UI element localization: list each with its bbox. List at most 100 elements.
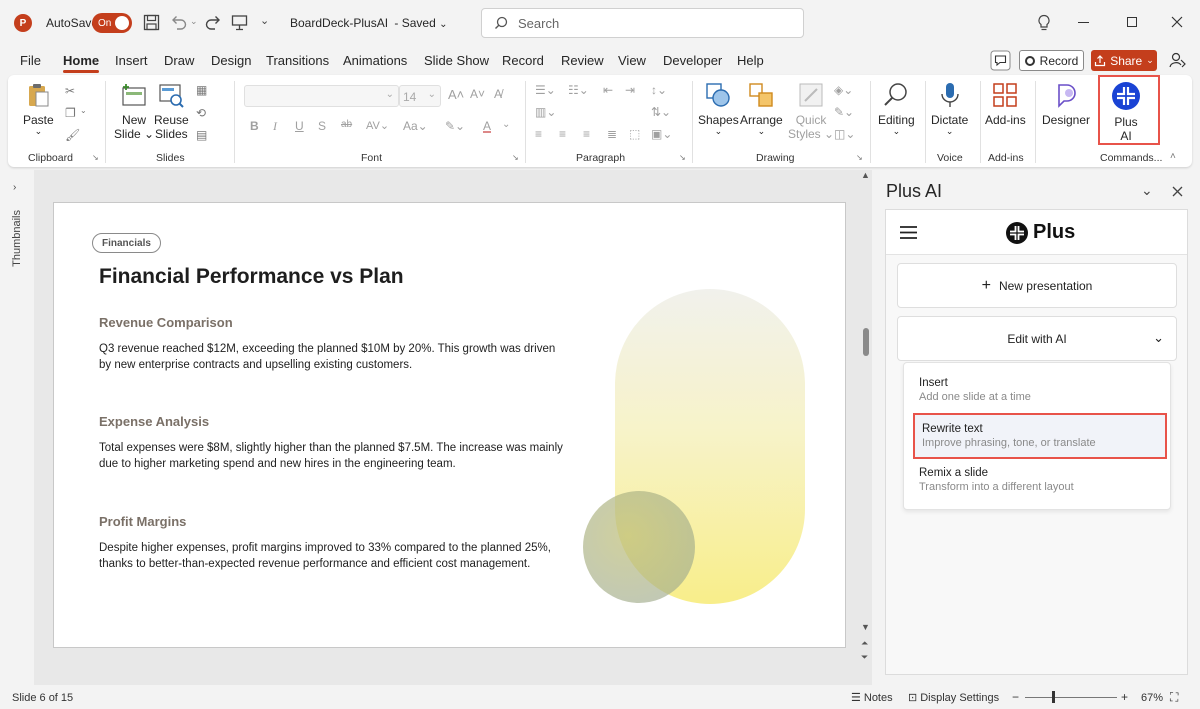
justify-icon[interactable]: ≣ — [607, 127, 621, 141]
paste-button[interactable]: Paste ⌄ — [23, 81, 54, 136]
tab-insert[interactable]: Insert — [115, 53, 148, 68]
autosave-toggle[interactable]: On — [92, 13, 132, 33]
font-size-select[interactable]: 14 ⌄ — [399, 85, 441, 107]
slide-title[interactable]: Financial Performance vs Plan — [99, 265, 404, 289]
section-heading[interactable]: Revenue Comparison — [99, 315, 233, 330]
tab-record[interactable]: Record — [502, 53, 544, 68]
tab-transitions[interactable]: Transitions — [266, 53, 329, 68]
align-left-icon[interactable]: ≡ — [535, 127, 549, 141]
section-heading[interactable]: Profit Margins — [99, 514, 186, 529]
addins-button[interactable]: Add-ins — [985, 81, 1026, 127]
font-color-icon[interactable]: A — [483, 119, 492, 133]
customize-toolbar-icon[interactable]: ⌄ — [260, 14, 269, 27]
zoom-slider-thumb[interactable] — [1052, 691, 1055, 703]
section-body[interactable]: Q3 revenue reached $12M, exceeding the p… — [99, 341, 564, 373]
format-painter-icon[interactable]: 🖌 — [65, 128, 80, 142]
minimize-icon[interactable] — [1078, 22, 1089, 23]
previous-slide-icon[interactable]: ⏶ — [861, 638, 868, 649]
section-heading[interactable]: Expense Analysis — [99, 414, 209, 429]
shadow-icon[interactable]: S — [318, 119, 332, 133]
zoom-in-icon[interactable]: + — [1121, 690, 1128, 704]
font-color-dropdown-icon[interactable]: ⌄ — [502, 119, 516, 133]
dictate-button[interactable]: Dictate ⌄ — [931, 81, 968, 136]
change-case-icon[interactable]: Aa⌄ — [403, 119, 428, 133]
increase-font-icon[interactable]: A˄ — [448, 87, 464, 102]
increase-indent-icon[interactable]: ⇥ — [625, 83, 639, 97]
search-input[interactable]: Search — [481, 8, 804, 38]
tab-home[interactable]: Home — [63, 53, 99, 68]
fit-slide-icon[interactable]: ⛶ — [1170, 690, 1178, 705]
slide-counter[interactable]: Slide 6 of 15 — [12, 692, 73, 704]
text-direction-icon[interactable]: ⇅⌄ — [651, 105, 671, 119]
tab-review[interactable]: Review — [561, 53, 604, 68]
character-spacing-icon[interactable]: AV⌄ — [366, 119, 389, 133]
designer-button[interactable]: Designer — [1042, 81, 1090, 127]
cut-icon[interactable]: ✂ — [65, 84, 79, 98]
underline-icon[interactable]: U — [295, 119, 309, 133]
menu-item-rewrite-text[interactable]: Rewrite text Improve phrasing, tone, or … — [913, 413, 1167, 459]
tab-slide-show[interactable]: Slide Show — [424, 53, 489, 68]
strikethrough-icon[interactable]: ab — [341, 119, 352, 133]
lightbulb-icon[interactable] — [1037, 14, 1051, 32]
record-button[interactable]: Record — [1019, 50, 1084, 71]
close-panel-icon[interactable] — [1172, 186, 1183, 197]
panel-options-icon[interactable]: ⌄ — [1141, 182, 1153, 199]
zoom-level[interactable]: 67% — [1141, 692, 1163, 704]
decrease-font-icon[interactable]: A˅ — [470, 87, 485, 101]
bold-icon[interactable]: B — [250, 119, 264, 133]
scroll-thumb[interactable] — [863, 328, 869, 356]
expand-thumbnails-icon[interactable]: › — [13, 182, 16, 193]
dialog-launcher-icon[interactable]: ↘ — [512, 153, 526, 167]
collapse-ribbon-icon[interactable]: ˄ — [1170, 151, 1184, 165]
menu-item-insert[interactable]: Insert Add one slide at a time — [904, 369, 1170, 411]
hamburger-menu-icon[interactable] — [900, 226, 917, 239]
align-center-icon[interactable]: ≡ — [559, 127, 573, 141]
align-right-icon[interactable]: ≡ — [583, 127, 597, 141]
dialog-launcher-icon[interactable]: ↘ — [92, 153, 106, 167]
new-slide-button[interactable]: New Slide ⌄ — [114, 81, 154, 141]
menu-item-remix-slide[interactable]: Remix a slide Transform into a different… — [904, 459, 1170, 501]
notes-button[interactable]: ☰ Notes — [851, 691, 893, 705]
section-body[interactable]: Total expenses were $8M, slightly higher… — [99, 440, 564, 472]
display-settings-button[interactable]: ⊡ Display Settings — [908, 691, 999, 705]
shapes-button[interactable]: Shapes ⌄ — [698, 81, 739, 136]
next-slide-icon[interactable]: ⏷ — [861, 652, 868, 663]
slide-tag[interactable]: Financials — [92, 233, 161, 253]
document-title[interactable]: BoardDeck-PlusAI - Saved ⌄ — [290, 16, 448, 30]
clear-formatting-icon[interactable]: A̸ — [494, 87, 502, 101]
reuse-slides-button[interactable]: Reuse Slides — [154, 81, 189, 141]
line-spacing-icon[interactable]: ↕⌄ — [651, 83, 667, 97]
numbering-icon[interactable]: ☷⌄ — [568, 83, 589, 97]
save-icon[interactable] — [143, 14, 160, 31]
section-body[interactable]: Despite higher expenses, profit margins … — [99, 540, 564, 572]
editing-button[interactable]: Editing ⌄ — [878, 81, 915, 136]
tab-design[interactable]: Design — [211, 53, 251, 68]
reset-icon[interactable]: ⟲ — [196, 106, 210, 120]
dialog-launcher-icon[interactable]: ↘ — [679, 153, 693, 167]
scroll-down-icon[interactable]: ▼ — [861, 622, 870, 632]
plus-ai-button[interactable]: Plus AI — [1111, 81, 1141, 143]
zoom-slider-track[interactable] — [1025, 697, 1117, 698]
tab-animations[interactable]: Animations — [343, 53, 407, 68]
tab-help[interactable]: Help — [737, 53, 764, 68]
maximize-icon[interactable] — [1127, 17, 1137, 27]
italic-icon[interactable]: I — [273, 119, 287, 133]
smartart-icon[interactable]: ▣⌄ — [651, 127, 672, 141]
align-text-icon[interactable]: ⬚ — [629, 127, 643, 141]
highlight-icon[interactable]: ✎⌄ — [445, 119, 465, 133]
tab-developer[interactable]: Developer — [663, 53, 722, 68]
font-name-select[interactable]: ⌄ — [244, 85, 399, 107]
tab-draw[interactable]: Draw — [164, 53, 194, 68]
present-icon[interactable] — [231, 14, 248, 31]
share-button[interactable]: Share ⌄ — [1091, 50, 1157, 71]
copilot-person-icon[interactable] — [1168, 51, 1186, 69]
columns-icon[interactable]: ▥⌄ — [535, 105, 556, 119]
scroll-up-icon[interactable]: ▲ — [861, 170, 870, 180]
tab-file[interactable]: File — [20, 53, 41, 68]
shape-outline-icon[interactable]: ✎⌄ — [834, 105, 854, 119]
quick-styles-button[interactable]: Quick Styles ⌄ — [788, 81, 834, 141]
redo-icon[interactable] — [204, 14, 222, 30]
zoom-out-icon[interactable]: − — [1012, 690, 1019, 704]
decrease-indent-icon[interactable]: ⇤ — [603, 83, 617, 97]
bullets-icon[interactable]: ☰⌄ — [535, 83, 556, 97]
